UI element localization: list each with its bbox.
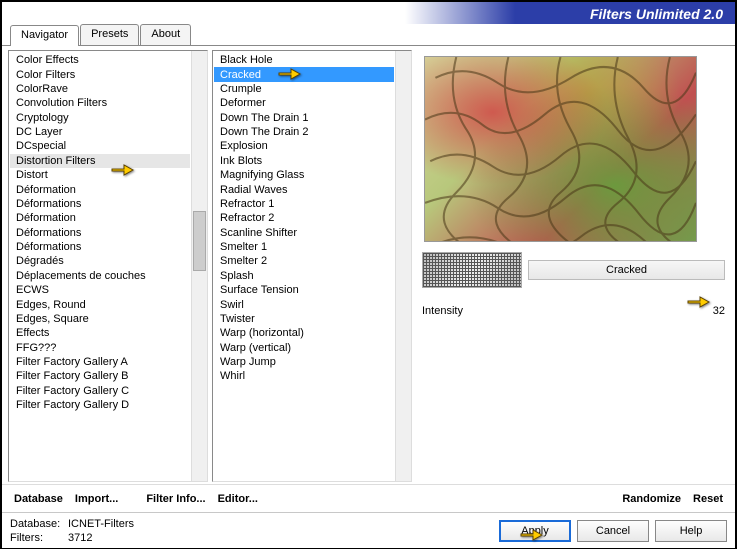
category-item[interactable]: Edges, Round (10, 297, 190, 311)
effect-item[interactable]: Surface Tension (214, 283, 394, 297)
effect-item[interactable]: Scanline Shifter (214, 226, 394, 240)
category-item[interactable]: ECWS (10, 283, 190, 297)
app-title: Filters Unlimited 2.0 (590, 6, 723, 22)
effect-item[interactable]: Whirl (214, 369, 394, 383)
category-item[interactable]: Color Effects (10, 53, 190, 67)
category-item[interactable]: Cryptology (10, 111, 190, 125)
category-item[interactable]: Déformation (10, 182, 190, 196)
category-item[interactable]: Filter Factory Gallery B (10, 369, 190, 383)
effect-item[interactable]: Black Hole (214, 53, 394, 67)
tab-navigator[interactable]: Navigator (10, 25, 79, 46)
category-item[interactable]: Déformations (10, 226, 190, 240)
effect-list[interactable]: Black HoleCrackedCrumpleDeformerDown The… (212, 50, 412, 482)
title-bar: Filters Unlimited 2.0 (2, 2, 735, 26)
effect-item[interactable]: Crumple (214, 82, 394, 96)
effect-item[interactable]: Smelter 1 (214, 240, 394, 254)
category-item[interactable]: Effects (10, 326, 190, 340)
filters-value: 3712 (68, 532, 92, 544)
intensity-value: 32 (701, 305, 725, 317)
status-info: Database:ICNET-Filters Filters:3712 (10, 517, 134, 545)
cancel-button[interactable]: Cancel (577, 520, 649, 542)
effect-item[interactable]: Smelter 2 (214, 254, 394, 268)
effect-item[interactable]: Ink Blots (214, 154, 394, 168)
category-item[interactable]: Edges, Square (10, 312, 190, 326)
intensity-slider[interactable] (492, 302, 701, 320)
preview-panel: Cracked Intensity 32 (416, 50, 729, 482)
filterinfo-button[interactable]: Filter Info... (140, 489, 211, 509)
category-item[interactable]: Filter Factory Gallery A (10, 355, 190, 369)
effect-item[interactable]: Swirl (214, 297, 394, 311)
category-item[interactable]: Distortion Filters (10, 154, 190, 168)
effect-item[interactable]: Refractor 2 (214, 211, 394, 225)
main-panel: Color EffectsColor FiltersColorRaveConvo… (2, 46, 735, 484)
effect-item[interactable]: Cracked (214, 67, 394, 81)
category-item[interactable]: Filter Factory Gallery D (10, 398, 190, 412)
category-list[interactable]: Color EffectsColor FiltersColorRaveConvo… (8, 50, 208, 482)
category-item[interactable]: FFG??? (10, 341, 190, 355)
tab-bar: Navigator Presets About (2, 24, 735, 46)
tab-presets[interactable]: Presets (80, 24, 139, 45)
category-item[interactable]: Dégradés (10, 254, 190, 268)
effect-header: Cracked (422, 252, 725, 288)
effect-item[interactable]: Refractor 1 (214, 197, 394, 211)
category-scrollbar[interactable] (191, 51, 207, 481)
effect-name-label: Cracked (528, 260, 725, 280)
effect-item[interactable]: Radial Waves (214, 182, 394, 196)
status-bar: Database:ICNET-Filters Filters:3712 Appl… (2, 512, 735, 548)
effect-item[interactable]: Warp (horizontal) (214, 326, 394, 340)
db-value: ICNET-Filters (68, 518, 134, 530)
randomize-button[interactable]: Randomize (616, 489, 687, 509)
effect-scrollbar[interactable] (395, 51, 411, 481)
category-item[interactable]: Convolution Filters (10, 96, 190, 110)
category-item[interactable]: DCspecial (10, 139, 190, 153)
effect-item[interactable]: Splash (214, 269, 394, 283)
help-button[interactable]: Help (655, 520, 727, 542)
effect-item[interactable]: Deformer (214, 96, 394, 110)
effect-item[interactable]: Twister (214, 312, 394, 326)
category-item[interactable]: Déplacements de couches (10, 269, 190, 283)
db-label: Database: (10, 517, 68, 531)
reset-button[interactable]: Reset (687, 489, 729, 509)
effect-item[interactable]: Warp Jump (214, 355, 394, 369)
database-button[interactable]: Database (8, 489, 69, 509)
category-item[interactable]: ColorRave (10, 82, 190, 96)
effect-item[interactable]: Magnifying Glass (214, 168, 394, 182)
editor-button[interactable]: Editor... (212, 489, 264, 509)
category-item[interactable]: Color Filters (10, 67, 190, 81)
category-item[interactable]: DC Layer (10, 125, 190, 139)
scroll-thumb[interactable] (193, 211, 206, 271)
effect-item[interactable]: Down The Drain 2 (214, 125, 394, 139)
tab-about[interactable]: About (140, 24, 191, 45)
preview-image (424, 56, 697, 242)
intensity-label: Intensity (422, 305, 492, 317)
effect-item[interactable]: Down The Drain 1 (214, 111, 394, 125)
effect-item[interactable]: Warp (vertical) (214, 341, 394, 355)
intensity-slider-row: Intensity 32 (422, 302, 725, 320)
toolbar: Database Import... Filter Info... Editor… (2, 484, 735, 512)
filters-label: Filters: (10, 531, 68, 545)
apply-button[interactable]: Apply (499, 520, 571, 542)
import-button[interactable]: Import... (69, 489, 124, 509)
watermark-image (422, 252, 522, 288)
category-item[interactable]: Déformation (10, 211, 190, 225)
category-item[interactable]: Filter Factory Gallery C (10, 384, 190, 398)
category-item[interactable]: Distort (10, 168, 190, 182)
category-item[interactable]: Déformations (10, 197, 190, 211)
category-item[interactable]: Déformations (10, 240, 190, 254)
effect-item[interactable]: Explosion (214, 139, 394, 153)
